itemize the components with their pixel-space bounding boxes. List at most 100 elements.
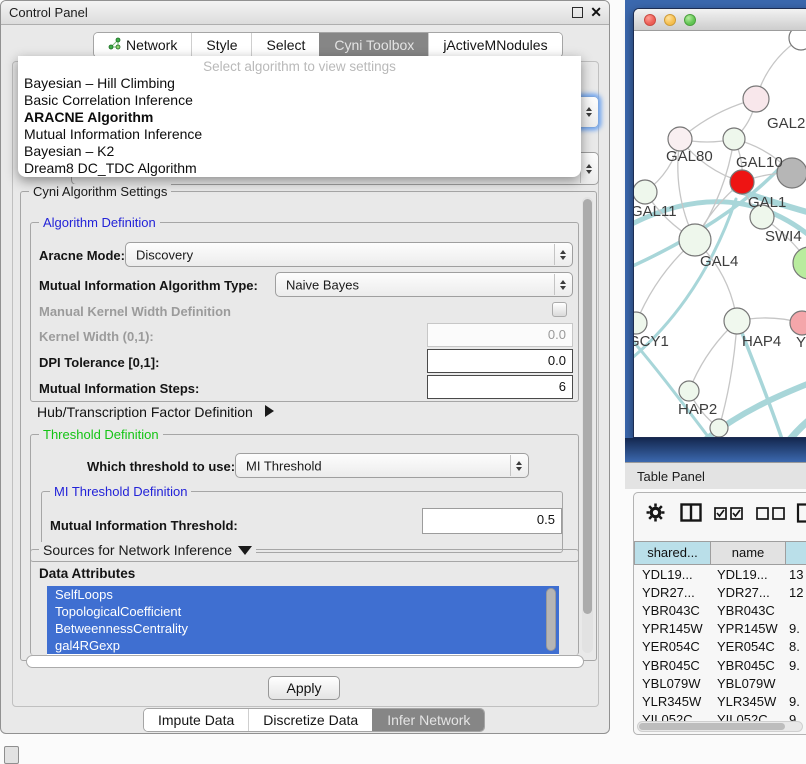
table-row[interactable]: YBR045CYBR045C9. xyxy=(635,656,806,674)
column-split-icon[interactable] xyxy=(680,503,702,527)
network-node[interactable] xyxy=(793,247,806,279)
network-node-label: SWI4 xyxy=(765,228,802,245)
select-all-checkboxes-icon[interactable] xyxy=(714,507,744,525)
scrollbar-thumb[interactable] xyxy=(639,723,785,730)
table-horizontal-scrollbar[interactable] xyxy=(637,721,803,732)
manual-kernel-label: Manual Kernel Width Definition xyxy=(39,304,231,319)
tab-style[interactable]: Style xyxy=(191,33,251,57)
aracne-mode-combo[interactable]: Discovery xyxy=(125,242,573,267)
table-row[interactable]: YBL079WYBL079W xyxy=(635,674,806,692)
sources-group: Sources for Network Inference Data Attri… xyxy=(30,549,579,655)
table-row[interactable]: YLR345WYLR345W9. xyxy=(635,692,806,710)
network-node[interactable] xyxy=(790,311,806,335)
tab-jactivemnodules[interactable]: jActiveMNodules xyxy=(428,33,561,57)
algorithm-option-selected[interactable]: ARACNE Algorithm xyxy=(18,109,581,126)
cytoscape-desktop: GAL2GAL80GAL10GAL1GAL11SWI4GAL4GCY1HAP4Y… xyxy=(625,0,806,462)
float-window-icon[interactable] xyxy=(572,7,583,18)
network-node-label: GAL80 xyxy=(666,148,713,165)
apply-button[interactable]: Apply xyxy=(268,676,340,700)
traffic-light-minimize-icon[interactable] xyxy=(664,14,676,26)
attributes-scrollbar[interactable] xyxy=(546,588,556,651)
docked-panel-icon[interactable] xyxy=(4,746,19,764)
combo-value: Naive Bayes xyxy=(286,277,359,292)
column-header-name[interactable]: name xyxy=(711,541,786,565)
dpi-tolerance-input[interactable]: 0.0 xyxy=(427,349,573,373)
network-node[interactable] xyxy=(730,170,754,194)
network-edge-highlighted[interactable] xyxy=(784,411,806,438)
table-header: shared... name xyxy=(634,541,806,565)
collapsed-arrow-icon xyxy=(265,405,274,417)
combo-arrows-icon xyxy=(580,98,597,126)
expanded-arrow-icon xyxy=(238,546,252,555)
network-node[interactable] xyxy=(634,180,657,204)
combo-value: Discovery xyxy=(136,247,193,262)
algorithm-option[interactable]: Bayesian – Hill Climbing xyxy=(18,75,581,92)
which-threshold-combo[interactable]: MI Threshold xyxy=(235,453,529,478)
network-window-titlebar[interactable] xyxy=(634,9,806,31)
network-node[interactable] xyxy=(743,86,769,112)
tab-discretize-data[interactable]: Discretize Data xyxy=(248,709,372,731)
settings-horizontal-scrollbar[interactable] xyxy=(26,655,584,668)
mi-algorithm-type-combo[interactable]: Naive Bayes xyxy=(275,272,573,297)
algorithm-option[interactable]: Bayesian – K2 xyxy=(18,143,581,160)
algorithm-dropdown-popup: Select algorithm to view settings Bayesi… xyxy=(18,56,581,177)
network-canvas[interactable]: GAL2GAL80GAL10GAL1GAL11SWI4GAL4GCY1HAP4Y… xyxy=(634,31,806,438)
algorithm-option[interactable]: Basic Correlation Inference xyxy=(18,92,581,109)
traffic-light-close-icon[interactable] xyxy=(644,14,656,26)
close-icon[interactable]: ✕ xyxy=(590,4,602,21)
column-header-shared[interactable]: shared... xyxy=(634,541,711,565)
which-threshold-label: Which threshold to use: xyxy=(87,459,235,474)
network-node[interactable] xyxy=(789,31,806,50)
traffic-light-zoom-icon[interactable] xyxy=(684,14,696,26)
tab-impute-data[interactable]: Impute Data xyxy=(144,709,248,731)
settings-vertical-scrollbar[interactable] xyxy=(582,197,593,653)
table-row[interactable]: YPR145WYPR145W9. xyxy=(635,620,806,638)
mi-steps-input[interactable]: 6 xyxy=(427,375,573,399)
attribute-item[interactable]: SelfLoops xyxy=(47,586,559,603)
algorithm-option[interactable]: Mutual Information Inference xyxy=(18,126,581,143)
network-node[interactable] xyxy=(723,128,745,150)
table-cell: YBR043C xyxy=(710,603,785,618)
table-cell: YDR27... xyxy=(635,585,710,600)
table-row[interactable]: YDL19...YDL19...13 xyxy=(635,565,806,583)
kernel-width-input[interactable]: 0.0 xyxy=(427,323,573,347)
algorithm-option[interactable]: Dream8 DC_TDC Algorithm xyxy=(18,160,581,177)
attribute-item[interactable]: gal4RGexp xyxy=(47,637,559,654)
tab-infer-network[interactable]: Infer Network xyxy=(372,709,484,731)
tab-network[interactable]: Network xyxy=(94,33,191,57)
settings-gear-icon[interactable] xyxy=(646,503,665,527)
tab-label: jActiveMNodules xyxy=(443,37,547,53)
hub-definition-label: Hub/Transcription Factor Definition xyxy=(37,404,253,420)
network-node-label: HAP2 xyxy=(678,401,717,418)
attribute-item[interactable]: TopologicalCoefficient xyxy=(47,603,559,620)
control-panel-window: Control Panel ✕ Network Style Select Cyn… xyxy=(0,0,610,734)
algorithm-placeholder: Select algorithm to view settings xyxy=(18,58,581,75)
network-node[interactable] xyxy=(710,419,728,437)
deselect-all-checkboxes-icon[interactable] xyxy=(756,507,786,525)
mi-threshold-input[interactable]: 0.5 xyxy=(422,508,562,534)
table-row[interactable]: YER054CYER054C8. xyxy=(635,638,806,656)
network-node[interactable] xyxy=(634,312,647,334)
table-row[interactable]: YDR27...YDR27...12 xyxy=(635,583,806,601)
column-header-clipped[interactable] xyxy=(786,541,806,565)
network-node[interactable] xyxy=(724,308,750,334)
hub-definition-toggle[interactable]: Hub/Transcription Factor Definition xyxy=(37,404,274,420)
document-icon[interactable] xyxy=(796,503,806,528)
manual-kernel-checkbox[interactable] xyxy=(552,302,567,317)
table-cell: YDL19... xyxy=(635,567,710,582)
table-cell: YDL19... xyxy=(710,567,785,582)
table-cell: 9. xyxy=(785,621,800,636)
mi-threshold-label: Mutual Information Threshold: xyxy=(50,518,238,533)
tab-select[interactable]: Select xyxy=(251,33,319,57)
table-cell: YPR145W xyxy=(635,621,710,636)
table-row[interactable]: YBR043CYBR043C xyxy=(635,601,806,619)
algorithm-definition-group: Algorithm Definition Aracne Mode: Discov… xyxy=(30,222,579,402)
attribute-item[interactable]: BetweennessCentrality xyxy=(47,620,559,637)
scrollbar-thumb[interactable] xyxy=(583,199,592,614)
control-panel-tabs: Network Style Select Cyni Toolbox jActiv… xyxy=(93,32,563,58)
sources-toggle[interactable]: Sources for Network Inference xyxy=(39,542,256,558)
network-node[interactable] xyxy=(679,224,711,256)
tab-cyni-toolbox[interactable]: Cyni Toolbox xyxy=(319,33,428,57)
network-node-label: GAL2 xyxy=(767,115,805,132)
network-node[interactable] xyxy=(679,381,699,401)
